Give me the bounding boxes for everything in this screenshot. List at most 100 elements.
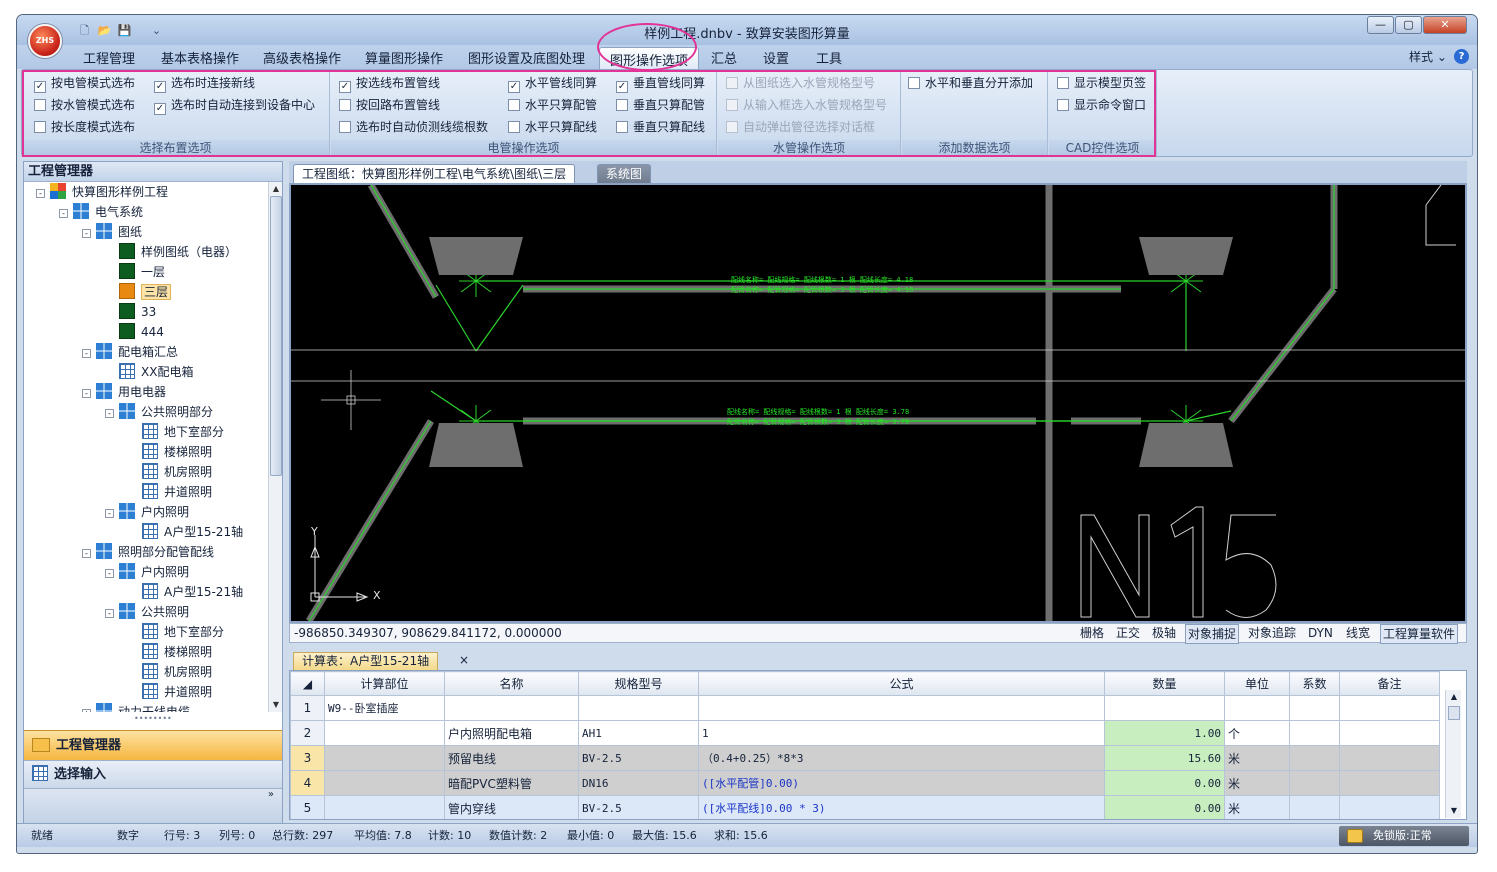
checkbox-by-circuit[interactable]: 按回路布置管线 (339, 96, 440, 114)
collapse-icon[interactable]: - (105, 409, 114, 418)
checkbox-vertical-pipe[interactable]: 垂直只算配管 (616, 96, 705, 114)
checkbox-show-model-tab[interactable]: 显示模型页签 (1057, 74, 1146, 92)
tree-node[interactable]: 地下室部分 (128, 622, 224, 642)
table-cell-qty[interactable]: 1.00 (1104, 720, 1225, 746)
table-cell-part[interactable] (324, 720, 445, 746)
checkbox-horizontal-both[interactable]: ✓ 水平管线同算 (508, 74, 597, 93)
table-cell-part[interactable] (324, 795, 445, 819)
tab-settings[interactable]: 设置 (763, 48, 789, 67)
collapse-icon[interactable]: - (82, 229, 91, 238)
column-header[interactable]: 名称 (444, 671, 579, 696)
save-icon[interactable]: 💾 (117, 23, 132, 38)
table-row[interactable]: 4 暗配PVC塑料管 DN16 ([水平配管]0.00) 0.00 米 (290, 770, 1440, 796)
tree-node[interactable]: 一层 (105, 262, 165, 282)
checkbox-water-from-drawing[interactable]: 从图纸选入水管规格型号 (726, 74, 875, 92)
table-cell-name[interactable]: 预留电线 (444, 745, 579, 771)
tree-node[interactable]: - 快算图形样例工程 (36, 182, 168, 202)
tree-node[interactable]: - 照明部分配管配线 (82, 542, 214, 562)
table-cell-formula[interactable]: ([水平配线]0.00 * 3) (698, 795, 1105, 819)
table-cell-part[interactable] (324, 745, 445, 771)
checkbox-show-command-window[interactable]: 显示命令窗口 (1057, 96, 1146, 114)
table-cell-unit[interactable] (1224, 695, 1290, 721)
collapse-icon[interactable]: - (105, 609, 114, 618)
help-icon[interactable]: ? (1454, 49, 1469, 64)
tree-node[interactable]: 井道照明 (128, 682, 212, 702)
table-row[interactable]: 1 W9--卧室插座 (290, 695, 1440, 721)
nav-overflow[interactable]: » (24, 788, 282, 824)
column-header[interactable]: 数量 (1104, 671, 1225, 696)
table-cell-part[interactable] (324, 770, 445, 796)
grid-scrollbar[interactable]: ▲ ▼ (1445, 690, 1461, 818)
table-cell-name[interactable]: 暗配PVC塑料管 (444, 770, 579, 796)
tree-node[interactable]: 33 (105, 302, 156, 322)
table-cell-note[interactable] (1339, 720, 1440, 746)
close-tab-icon[interactable]: × (459, 653, 469, 667)
app-logo[interactable]: ZHS (28, 24, 62, 58)
collapse-icon[interactable]: - (36, 189, 45, 198)
tab-system-diagram[interactable]: 系统图 (597, 164, 652, 183)
toggle-calc-software[interactable]: 工程算量软件 (1380, 624, 1459, 644)
checkbox-by-line[interactable]: ✓ 按选线布置管线 (339, 74, 440, 93)
table-cell-formula[interactable] (698, 695, 1105, 721)
corner-cell[interactable]: ◢ (290, 671, 325, 696)
checkbox-vertical-both[interactable]: ✓ 垂直管线同算 (616, 74, 705, 93)
tree-node[interactable]: - 公共照明 (105, 602, 189, 622)
table-cell-qty[interactable] (1104, 695, 1225, 721)
tab-project-management[interactable]: 工程管理 (83, 48, 135, 67)
minimize-button[interactable]: — (1367, 16, 1394, 34)
table-cell-name[interactable] (444, 695, 579, 721)
toggle-lineweight[interactable]: 线宽 (1346, 624, 1370, 642)
tree-node[interactable]: - 用电电器 (82, 382, 166, 402)
scroll-thumb[interactable] (1448, 706, 1460, 720)
column-header[interactable]: 计算部位 (324, 671, 445, 696)
column-header[interactable]: 单位 (1224, 671, 1290, 696)
tab-drawing-floor3[interactable]: 工程图纸：快算图形样例工程\电气系统\图纸\三层 (293, 164, 576, 183)
tree-node[interactable]: A户型15-21轴 (128, 582, 243, 602)
tab-graphic-options[interactable]: 图形操作选项 (599, 47, 700, 69)
table-cell-unit[interactable]: 米 (1224, 770, 1290, 796)
tree-node[interactable]: 地下室部分 (128, 422, 224, 442)
checkbox-length-mode[interactable]: 按长度模式选布 (34, 118, 135, 136)
toggle-dyn[interactable]: DYN (1308, 624, 1333, 642)
checkbox-water-from-input[interactable]: 从输入框选入水管规格型号 (726, 96, 887, 114)
table-cell-spec[interactable]: BV-2.5 (578, 795, 699, 819)
cad-canvas[interactable]: 配线名称= 配线规格= 配线根数= 1 根 配线长度= 4.18 配管名称= 配… (289, 183, 1467, 623)
table-cell-note[interactable] (1339, 795, 1440, 819)
checkbox-auto-detect-cables[interactable]: 选布时自动侦测线缆根数 (339, 118, 488, 136)
table-cell-formula[interactable]: 1 (698, 720, 1105, 746)
checkbox-separate-add[interactable]: 水平和垂直分开添加 (908, 74, 1033, 92)
table-cell-spec[interactable]: BV-2.5 (578, 745, 699, 771)
column-header[interactable]: 公式 (698, 671, 1105, 696)
tree-node[interactable]: 机房照明 (128, 462, 212, 482)
scroll-down-icon[interactable]: ▼ (1446, 804, 1462, 818)
table-cell-note[interactable] (1339, 745, 1440, 771)
new-icon[interactable]: 🗋 (77, 23, 92, 38)
toggle-object-snap[interactable]: 对象捕捉 (1185, 624, 1240, 644)
table-cell-coef[interactable] (1289, 795, 1340, 819)
collapse-icon[interactable]: - (105, 509, 114, 518)
collapse-icon[interactable]: - (82, 549, 91, 558)
tree-node[interactable]: - 公共照明部分 (105, 402, 213, 422)
table-cell-unit[interactable]: 个 (1224, 720, 1290, 746)
table-cell-coef[interactable] (1289, 745, 1340, 771)
table-cell-qty[interactable]: 0.00 (1104, 795, 1225, 819)
table-cell-formula[interactable]: （0.4+0.25）*8*3 (698, 745, 1105, 771)
table-cell-qty[interactable]: 0.00 (1104, 770, 1225, 796)
tab-advanced-table[interactable]: 高级表格操作 (263, 48, 341, 67)
scroll-down-icon[interactable]: ▼ (269, 698, 283, 712)
tab-summary[interactable]: 汇总 (711, 48, 737, 67)
scroll-up-icon[interactable]: ▲ (1446, 690, 1462, 704)
column-header[interactable]: 备注 (1339, 671, 1440, 696)
style-menu[interactable]: 样式 ⌄ (1409, 48, 1447, 65)
checkbox-vertical-wire[interactable]: 垂直只算配线 (616, 118, 705, 136)
checkbox-auto-diameter-dialog[interactable]: 自动弹出管径选择对话框 (726, 118, 875, 136)
table-cell-unit[interactable]: 米 (1224, 745, 1290, 771)
checkbox-elec-pipe-mode[interactable]: ✓ 按电管模式选布 (34, 74, 135, 93)
table-row[interactable]: 5 管内穿线 BV-2.5 ([水平配线]0.00 * 3) 0.00 米 (290, 795, 1440, 819)
tree-node[interactable]: 楼梯照明 (128, 442, 212, 462)
column-header[interactable]: 规格型号 (578, 671, 699, 696)
tree-node[interactable]: - 配电箱汇总 (82, 342, 178, 362)
tab-basic-table[interactable]: 基本表格操作 (161, 48, 239, 67)
toggle-object-track[interactable]: 对象追踪 (1248, 624, 1296, 642)
scroll-thumb[interactable] (270, 196, 282, 476)
